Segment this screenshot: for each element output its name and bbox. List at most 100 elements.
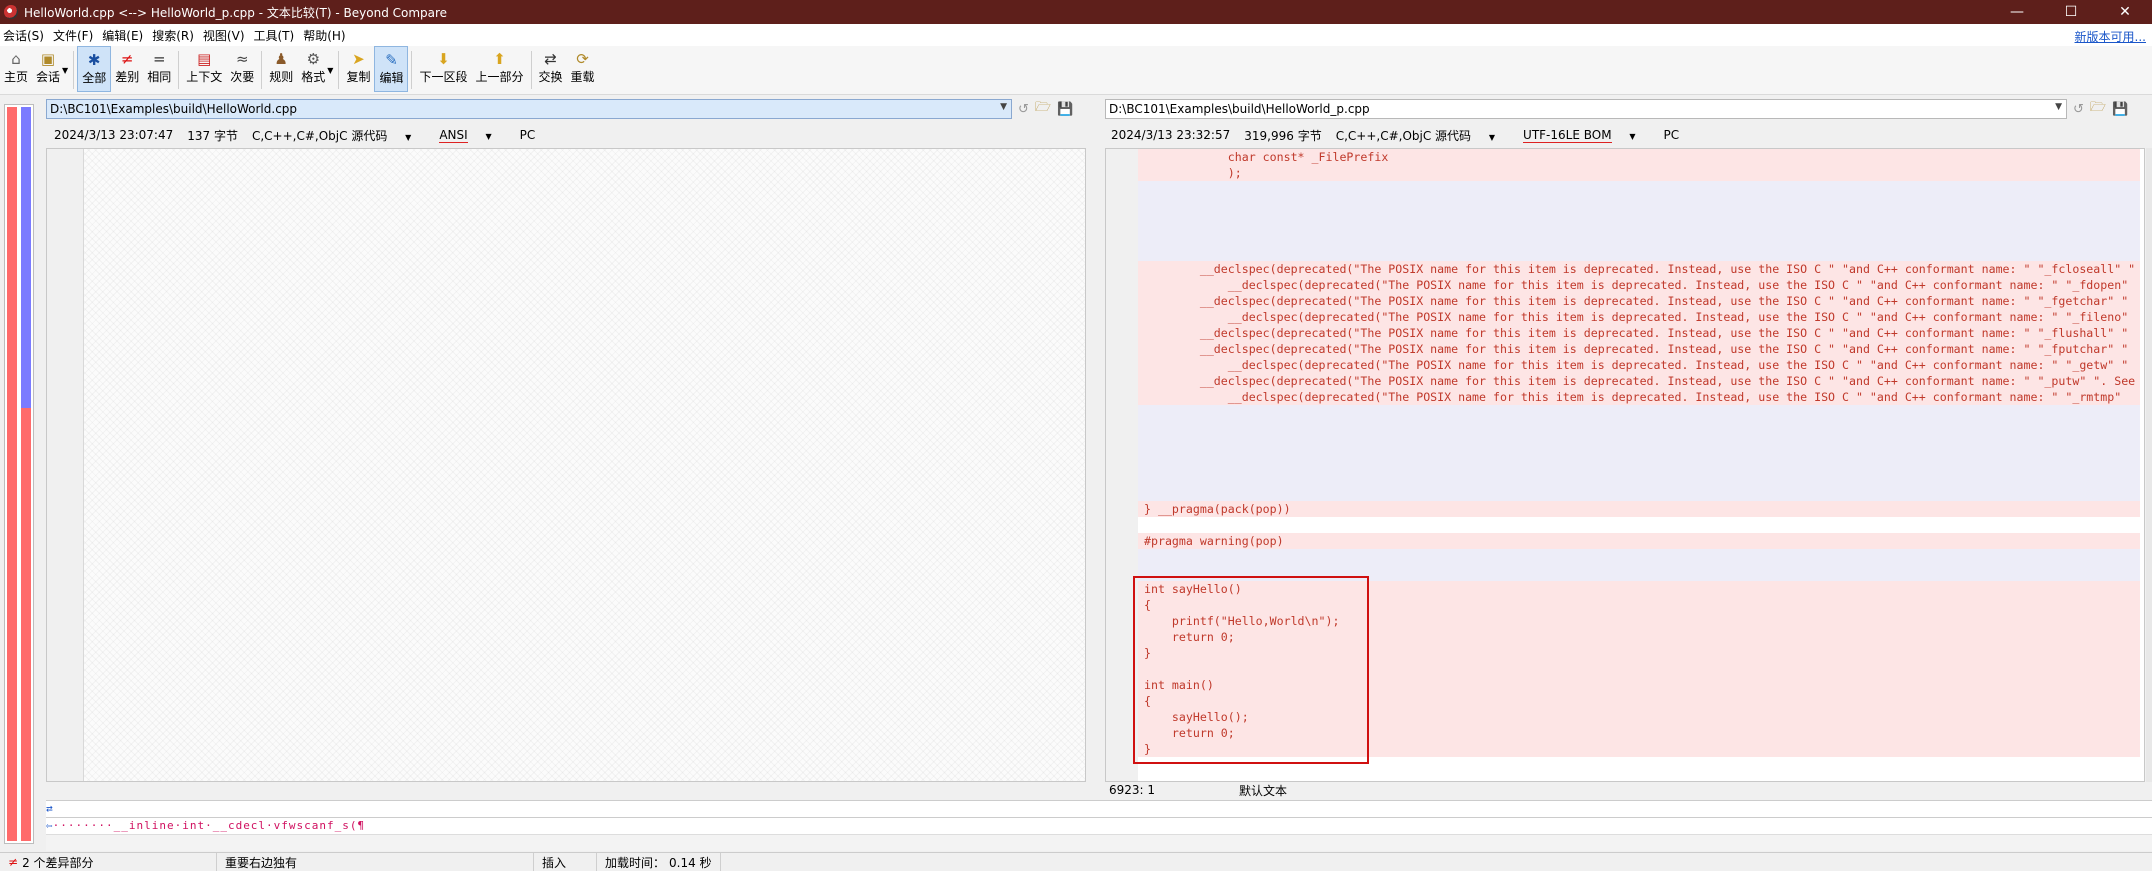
menu-file[interactable]: 文件(F) [50,27,99,44]
maximize-button[interactable]: ☐ [2044,0,2098,24]
context-button[interactable]: ▤ 上下文 [182,46,226,92]
left-size: 137 字节 [187,128,238,143]
code-line[interactable]: __declspec(deprecated("The POSIX name fo… [1138,357,2140,373]
menu-bar: 会话(S) 文件(F) 编辑(E) 搜索(R) 视图(V) 工具(T) 帮助(H… [0,24,2152,46]
menu-session[interactable]: 会话(S) [0,27,50,44]
right-size: 319,996 字节 [1244,128,1322,143]
code-line[interactable]: __declspec(deprecated("The POSIX name fo… [1138,277,2140,293]
home-button[interactable]: ⌂ 主页 [0,46,32,92]
chevron-down-icon: ▼ [1488,132,1496,142]
left-path-dropdown-icon[interactable]: ▼ [1000,102,1007,112]
asterisk-icon: ✱ [87,51,101,69]
right-history-icon[interactable]: ↺ [2073,102,2084,117]
overview-right-column [21,107,31,841]
code-line[interactable]: __declspec(deprecated("The POSIX name fo… [1138,293,2140,309]
swap-button[interactable]: ⇄ 交换 [535,46,567,92]
edit-button[interactable]: ✎ 编辑 [374,46,409,92]
right-folder-open-icon[interactable]: 🗁 [2090,98,2106,120]
code-line[interactable]: sayHello(); [1138,709,2140,725]
code-line[interactable]: return 0; [1138,725,2140,741]
code-line[interactable]: { [1138,693,2140,709]
code-line[interactable]: int main() [1138,677,2140,693]
right-path-dropdown-icon[interactable]: ▼ [2055,102,2062,112]
code-line[interactable] [1138,485,2140,501]
swap-icon: ⇄ [544,50,557,68]
left-encoding-dropdown[interactable]: ANSI ▼ [439,128,505,143]
code-line[interactable] [1138,245,2140,261]
left-info-bar: 2024/3/13 23:07:47 137 字节 C,C++,C#,ObjC … [54,124,549,146]
right-format-dropdown[interactable]: C,C++,C#,ObjC 源代码 ▼ [1336,127,1509,144]
code-line[interactable]: __declspec(deprecated("The POSIX name fo… [1138,261,2140,277]
minor-button[interactable]: ≈ 次要 [226,46,258,92]
right-path-input[interactable]: D:\BC101\Examples\build\HelloWorld_p.cpp… [1105,99,2067,119]
horizontal-scrollbar[interactable] [46,834,2152,851]
format-dropdown-icon[interactable]: ▼ [327,66,333,75]
left-save-icon[interactable]: 💾 [1057,102,1073,117]
copy-button[interactable]: ➤ 复制 [342,46,374,92]
session-button[interactable]: ▣ 会话 [32,46,64,92]
menu-search[interactable]: 搜索(R) [149,27,200,44]
code-line[interactable] [1138,405,2140,421]
code-line[interactable]: #pragma warning(pop) [1138,533,2140,549]
code-line[interactable]: } [1138,645,2140,661]
right-vertical-scrollbar[interactable] [2146,148,2152,782]
right-text-pane[interactable]: char const* _FilePrefix ); __declspec(de… [1105,148,2145,782]
code-line[interactable]: printf("Hello,World\n"); [1138,613,2140,629]
right-eol[interactable]: PC [1664,128,1680,142]
update-available-link[interactable]: 新版本可用... [2075,28,2146,45]
code-line[interactable]: __declspec(deprecated("The POSIX name fo… [1138,341,2140,357]
show-diffs-label: 差别 [115,70,140,84]
right-code-view[interactable]: char const* _FilePrefix ); __declspec(de… [1138,149,2140,757]
session-dropdown-icon[interactable]: ▼ [62,66,68,75]
code-line[interactable] [1138,181,2140,197]
rules-button[interactable]: ♟ 规则 [265,46,297,92]
code-line[interactable] [1138,197,2140,213]
show-all-label: 全部 [82,71,107,85]
left-path-input[interactable]: D:\BC101\Examples\build\HelloWorld.cpp ▼ [46,99,1012,119]
code-line[interactable] [1138,549,2140,565]
equal-icon: = [152,50,166,68]
code-line[interactable] [1138,661,2140,677]
code-line[interactable]: ); [1138,165,2140,181]
code-line[interactable] [1138,437,2140,453]
left-format-dropdown[interactable]: C,C++,C#,ObjC 源代码 ▼ [252,127,425,144]
menu-view[interactable]: 视图(V) [200,27,251,44]
reload-button[interactable]: ⟳ 重载 [567,46,599,92]
right-save-icon[interactable]: 💾 [2112,102,2128,117]
code-line[interactable]: __declspec(deprecated("The POSIX name fo… [1138,373,2140,389]
code-line[interactable] [1138,453,2140,469]
format-button[interactable]: ⚙ 格式 [297,46,329,92]
next-section-button[interactable]: ⬇ 下一区段 [415,46,471,92]
minimize-button[interactable]: — [1990,0,2044,24]
show-same-button[interactable]: = 相同 [143,46,175,92]
code-line[interactable] [1138,565,2140,581]
code-line[interactable]: __declspec(deprecated("The POSIX name fo… [1138,325,2140,341]
left-eol[interactable]: PC [520,128,536,142]
close-button[interactable]: ✕ [2098,0,2152,24]
code-line[interactable]: { [1138,597,2140,613]
code-line[interactable] [1138,229,2140,245]
show-diffs-button[interactable]: ≠ 差别 [111,46,143,92]
code-line[interactable]: __declspec(deprecated("The POSIX name fo… [1138,389,2140,405]
left-text-pane[interactable] [46,148,1086,782]
menu-tools[interactable]: 工具(T) [251,27,301,44]
code-line[interactable] [1138,469,2140,485]
session-label: 会话 [36,70,61,84]
menu-help[interactable]: 帮助(H) [300,27,351,44]
menu-edit[interactable]: 编辑(E) [99,27,149,44]
show-all-button[interactable]: ✱ 全部 [77,46,112,92]
code-line[interactable]: } __pragma(pack(pop)) [1138,501,2140,517]
left-folder-open-icon[interactable]: 🗁 [1035,98,1051,120]
code-line[interactable] [1138,517,2140,533]
code-line[interactable]: return 0; [1138,629,2140,645]
code-line[interactable]: } [1138,741,2140,757]
code-line[interactable] [1138,213,2140,229]
code-line[interactable]: __declspec(deprecated("The POSIX name fo… [1138,309,2140,325]
prev-part-button[interactable]: ⬆ 上一部分 [472,46,528,92]
code-line[interactable]: int sayHello() [1138,581,2140,597]
difference-overview-map[interactable] [4,104,34,844]
code-line[interactable] [1138,421,2140,437]
code-line[interactable]: char const* _FilePrefix [1138,149,2140,165]
left-history-icon[interactable]: ↺ [1018,102,1029,117]
right-encoding-dropdown[interactable]: UTF-16LE BOM ▼ [1523,128,1650,143]
